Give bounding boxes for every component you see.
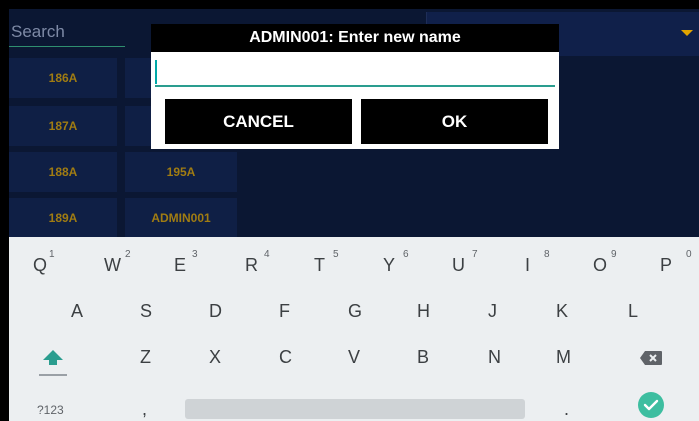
key-o-hint: 9 — [611, 249, 617, 260]
soft-keyboard: Q1 W2 E3 R4 T5 Y6 U7 I8 O9 P0 A S D F G … — [9, 237, 699, 421]
tile-189a[interactable]: 189A — [9, 198, 117, 238]
key-d[interactable]: D — [209, 301, 222, 322]
text-cursor — [155, 60, 157, 84]
key-l[interactable]: L — [628, 301, 638, 322]
key-r-label: R — [245, 255, 258, 275]
tile-admin001[interactable]: ADMIN001 — [125, 198, 237, 238]
search-underline — [9, 46, 125, 47]
ok-button[interactable]: OK — [361, 99, 548, 144]
key-w-label: W — [104, 255, 121, 275]
key-t-label: T — [314, 255, 325, 275]
backspace-icon — [640, 351, 662, 365]
tile-188a[interactable]: 188A — [9, 152, 117, 192]
key-o-label: O — [593, 255, 608, 275]
key-s[interactable]: S — [140, 301, 152, 322]
key-i-hint: 8 — [544, 249, 550, 260]
key-e[interactable]: E3 — [174, 249, 198, 276]
key-f[interactable]: F — [279, 301, 290, 322]
key-r-hint: 4 — [264, 249, 270, 260]
name-input[interactable] — [155, 58, 555, 87]
rename-dialog: ADMIN001: Enter new name CANCEL OK — [151, 24, 559, 149]
key-y-hint: 6 — [403, 249, 409, 260]
comma-key[interactable]: , — [142, 399, 147, 420]
enter-key[interactable] — [638, 392, 664, 418]
search-placeholder: Search — [11, 22, 65, 41]
key-i[interactable]: I8 — [525, 249, 550, 276]
checkmark-icon — [643, 399, 659, 411]
shift-key[interactable] — [39, 345, 67, 379]
key-q-label: Q — [33, 255, 48, 275]
key-m[interactable]: M — [556, 347, 571, 368]
key-w-hint: 2 — [125, 249, 131, 260]
key-k[interactable]: K — [556, 301, 568, 322]
search-field[interactable]: Search — [9, 9, 125, 49]
screen: Search 186A 187A 188A 195A 189A ADMIN001… — [0, 0, 699, 421]
key-z[interactable]: Z — [140, 347, 151, 368]
dialog-title: ADMIN001: Enter new name — [151, 24, 559, 52]
backspace-key[interactable] — [639, 350, 663, 366]
tile-195a[interactable]: 195A — [125, 152, 237, 192]
key-t-hint: 5 — [333, 249, 339, 260]
key-i-label: I — [525, 255, 531, 275]
key-n[interactable]: N — [488, 347, 501, 368]
key-e-label: E — [174, 255, 187, 275]
key-y[interactable]: Y6 — [383, 249, 409, 276]
key-j[interactable]: J — [488, 301, 497, 322]
key-p[interactable]: P0 — [660, 249, 692, 276]
key-b[interactable]: B — [417, 347, 429, 368]
key-q[interactable]: Q1 — [33, 249, 55, 276]
tile-186a[interactable]: 186A — [9, 58, 117, 98]
key-e-hint: 3 — [192, 249, 198, 260]
cancel-button[interactable]: CANCEL — [165, 99, 352, 144]
key-g[interactable]: G — [348, 301, 362, 322]
key-r[interactable]: R4 — [245, 249, 270, 276]
key-x[interactable]: X — [209, 347, 221, 368]
key-o[interactable]: O9 — [593, 249, 617, 276]
key-p-hint: 0 — [686, 249, 692, 260]
key-c[interactable]: C — [279, 347, 292, 368]
space-key[interactable] — [185, 399, 525, 419]
key-u-label: U — [452, 255, 465, 275]
period-key[interactable]: . — [564, 399, 569, 420]
key-p-label: P — [660, 255, 673, 275]
tile-187a[interactable]: 187A — [9, 106, 117, 146]
key-q-hint: 1 — [49, 249, 55, 260]
key-u-hint: 7 — [472, 249, 478, 260]
key-v[interactable]: V — [348, 347, 360, 368]
symbols-key[interactable]: ?123 — [37, 403, 64, 417]
key-a[interactable]: A — [71, 301, 83, 322]
key-t[interactable]: T5 — [314, 249, 339, 276]
shift-arrow-icon — [39, 350, 67, 376]
key-y-label: Y — [383, 255, 396, 275]
key-w[interactable]: W2 — [104, 249, 131, 276]
key-h[interactable]: H — [417, 301, 430, 322]
key-u[interactable]: U7 — [452, 249, 478, 276]
caret-down-icon — [681, 30, 693, 36]
